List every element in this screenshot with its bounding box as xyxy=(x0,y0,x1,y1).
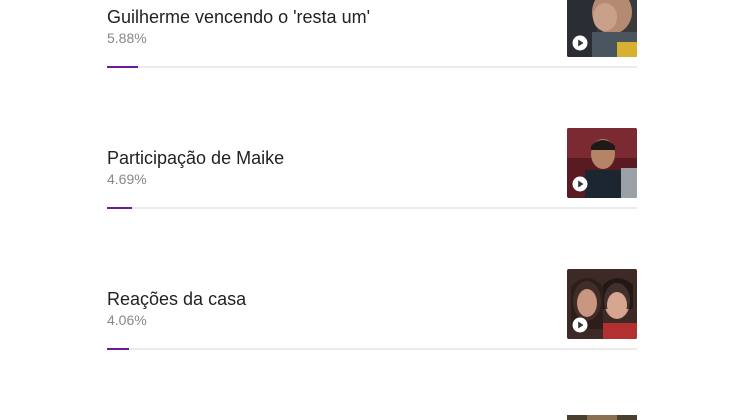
poll-option-thumbnail[interactable] xyxy=(567,0,637,57)
play-icon xyxy=(572,176,588,192)
poll-option-thumbnail[interactable] xyxy=(567,269,637,339)
poll-option-title: Guilherme vencendo o 'resta um' xyxy=(107,7,371,27)
poll-progress-track xyxy=(107,348,637,350)
play-icon xyxy=(572,35,588,51)
poll-option[interactable]: Participação de Maike 4.69% xyxy=(107,128,637,222)
poll-progress-fill xyxy=(107,348,129,350)
poll-results-list: Guilherme vencendo o 'resta um' 5.88% Pa… xyxy=(0,0,750,420)
poll-progress-fill xyxy=(107,66,138,68)
poll-option-percent: 4.06% xyxy=(107,312,147,328)
poll-option-thumbnail-partial[interactable] xyxy=(567,411,637,420)
poll-option-title: Participação de Maike xyxy=(107,148,285,168)
poll-progress-track xyxy=(107,66,637,68)
poll-option-percent: 5.88% xyxy=(107,30,147,46)
poll-option[interactable]: Guilherme vencendo o 'resta um' 5.88% xyxy=(107,0,637,81)
thumbnail-image xyxy=(567,415,637,420)
play-icon xyxy=(572,317,588,333)
poll-option-title: Reações da casa xyxy=(107,289,247,309)
poll-option-thumbnail[interactable] xyxy=(567,128,637,198)
poll-progress-fill xyxy=(107,207,132,209)
poll-progress-track xyxy=(107,207,637,209)
poll-option-percent: 4.69% xyxy=(107,171,147,187)
poll-option[interactable]: Reações da casa 4.06% xyxy=(107,269,637,363)
